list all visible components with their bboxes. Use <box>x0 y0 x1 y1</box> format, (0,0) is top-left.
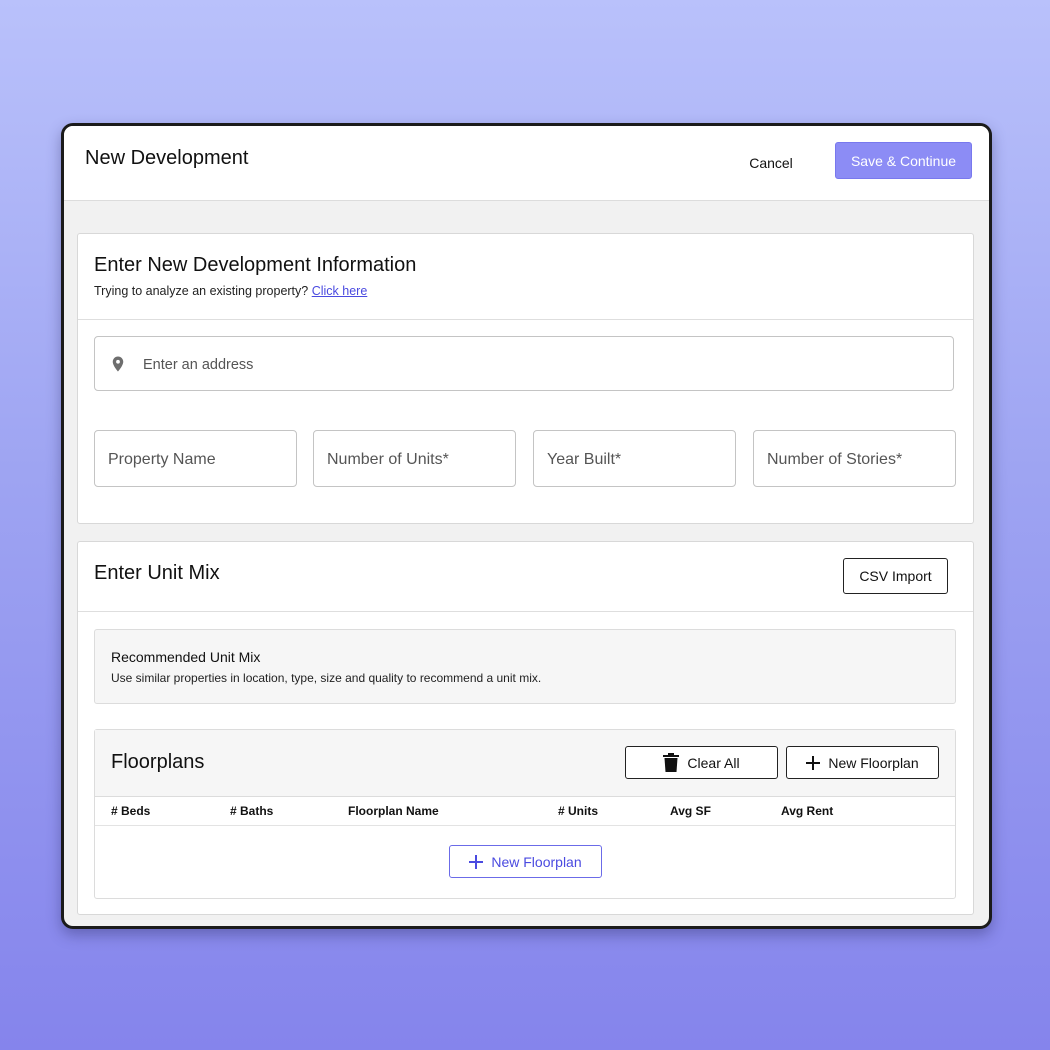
property-name-field[interactable] <box>94 430 297 487</box>
location-pin-icon <box>112 356 124 372</box>
prompt-text: Trying to analyze an existing property? <box>94 284 309 298</box>
plus-icon <box>806 755 821 770</box>
address-field[interactable] <box>94 336 954 391</box>
recommended-description: Use similar properties in location, type… <box>111 671 542 685</box>
cancel-button[interactable]: Cancel <box>738 148 804 178</box>
csv-import-button[interactable]: CSV Import <box>843 558 948 594</box>
new-floorplan-button[interactable]: New Floorplan <box>786 746 939 779</box>
number-of-units-field[interactable] <box>313 430 516 487</box>
unit-mix-card: Enter Unit Mix CSV Import Recommended Un… <box>77 541 974 915</box>
unit-mix-title: Enter Unit Mix <box>94 562 220 584</box>
trash-icon <box>663 753 680 772</box>
section-title: Enter New Development Information <box>94 254 417 276</box>
plus-icon <box>469 854 484 869</box>
address-input[interactable] <box>141 347 925 382</box>
property-name-input[interactable] <box>106 441 290 478</box>
floorplans-header: Floorplans Clear All New Floorplan <box>95 730 955 797</box>
development-info-card: Enter New Development Information Trying… <box>77 233 974 524</box>
click-here-link[interactable]: Click here <box>312 284 368 298</box>
floorplans-title: Floorplans <box>111 751 205 773</box>
top-bar: New Development Cancel Save & Continue <box>64 126 989 201</box>
recommended-title: Recommended Unit Mix <box>111 649 261 665</box>
floorplans-panel: Floorplans Clear All New Floorplan # Bed… <box>94 729 956 899</box>
column-header-floorplan-name: Floorplan Name <box>348 804 439 818</box>
floorplan-table-header: # Beds # Baths Floorplan Name # Units Av… <box>95 797 955 826</box>
empty-new-floorplan-label: New Floorplan <box>491 853 582 870</box>
year-built-field[interactable] <box>533 430 736 487</box>
page-title: New Development <box>85 147 249 169</box>
year-built-input[interactable] <box>545 441 729 478</box>
new-development-window: New Development Cancel Save & Continue E… <box>61 123 992 929</box>
existing-property-prompt: Trying to analyze an existing property? … <box>94 284 367 298</box>
save-continue-button[interactable]: Save & Continue <box>835 142 972 179</box>
column-header-avg-rent: Avg Rent <box>781 804 834 818</box>
number-of-units-input[interactable] <box>325 441 509 478</box>
clear-all-label: Clear All <box>687 754 740 771</box>
column-header-beds: # Beds <box>111 804 151 818</box>
column-header-avg-sf: Avg SF <box>670 804 711 818</box>
clear-all-button[interactable]: Clear All <box>625 746 778 779</box>
recommended-unit-mix-panel[interactable]: Recommended Unit Mix Use similar propert… <box>94 629 956 704</box>
empty-new-floorplan-button[interactable]: New Floorplan <box>449 845 602 878</box>
divider <box>78 319 973 320</box>
new-floorplan-label: New Floorplan <box>828 754 919 771</box>
divider <box>78 611 973 612</box>
number-of-stories-field[interactable] <box>753 430 956 487</box>
column-header-units: # Units <box>558 804 599 818</box>
column-header-baths: # Baths <box>230 804 274 818</box>
number-of-stories-input[interactable] <box>765 441 949 478</box>
